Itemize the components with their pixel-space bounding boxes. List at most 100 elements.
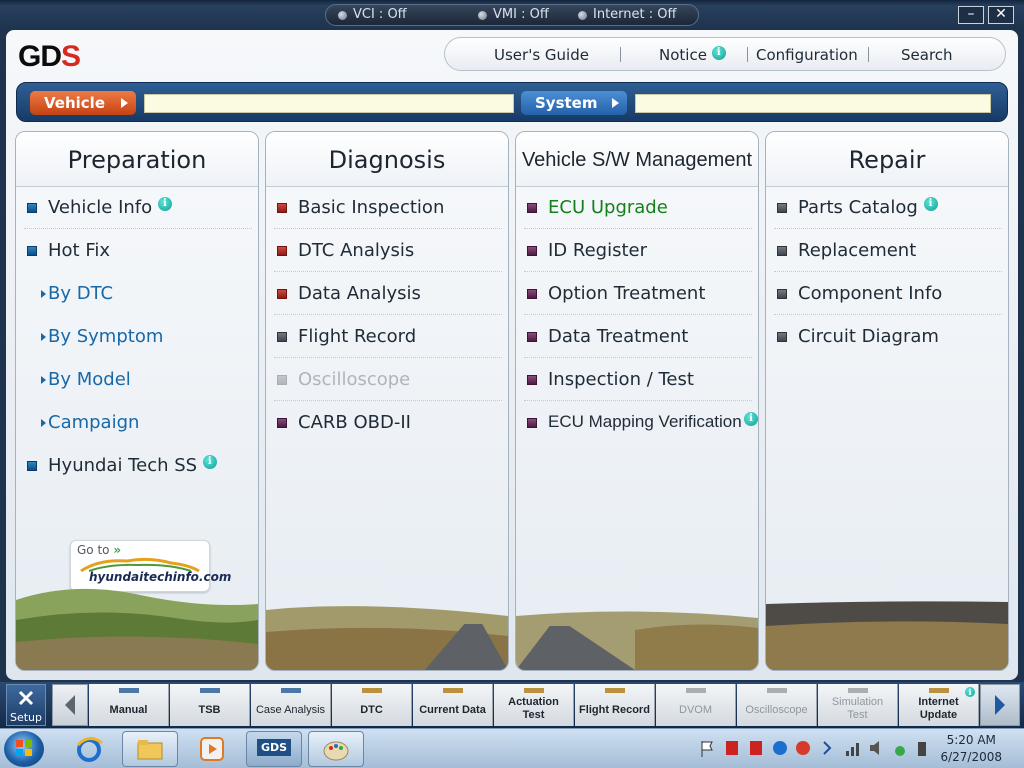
- folder-icon: [137, 740, 163, 760]
- status-bar-icon: [443, 688, 463, 693]
- bullet-icon: [27, 461, 37, 471]
- chevron-right-icon: [995, 695, 1005, 715]
- gds-app-icon: GDS: [256, 739, 292, 756]
- status-bar-icon: [524, 688, 544, 693]
- bullet-icon: [777, 203, 787, 213]
- internet-explorer-icon[interactable]: [74, 735, 104, 763]
- menu-item-carb-obd-ii[interactable]: CARB OBD-II: [274, 402, 502, 444]
- toolbar-tsb-button[interactable]: TSB: [170, 684, 250, 726]
- info-icon: i: [202, 455, 217, 469]
- menu-item-data-analysis[interactable]: Data Analysis: [274, 273, 502, 315]
- menu-item-by-dtc[interactable]: By DTC: [24, 273, 252, 315]
- status-bar-icon: [362, 688, 382, 693]
- menu-item-inspection-test[interactable]: Inspection / Test: [524, 359, 752, 401]
- toolbar-prev-button[interactable]: [52, 684, 88, 726]
- vmi-indicator-icon: [478, 10, 487, 20]
- menu-item-vehicle-info[interactable]: Vehicle Info i: [24, 187, 252, 229]
- toolbar-simulation-test-button[interactable]: Simulation Test: [818, 684, 898, 726]
- menu-item-oscilloscope: Oscilloscope: [274, 359, 502, 401]
- triangle-right-icon: [41, 376, 46, 384]
- system-button[interactable]: System: [521, 91, 627, 115]
- status-bar-icon: [119, 688, 139, 693]
- info-icon: i: [923, 197, 938, 211]
- menu-item-replacement[interactable]: Replacement: [774, 230, 1002, 272]
- menu-item-ecu-upgrade[interactable]: ECU Upgrade: [524, 187, 752, 229]
- menu-item-campaign[interactable]: Campaign: [24, 402, 252, 444]
- taskbar-media-player-button[interactable]: [184, 731, 240, 767]
- system-field[interactable]: [635, 94, 991, 113]
- landscape-image: [516, 611, 758, 670]
- divider: [524, 228, 752, 229]
- clock-time: 5:20 AM: [946, 733, 996, 747]
- minimize-button[interactable]: –: [958, 6, 984, 24]
- toolbar-current-data-button[interactable]: Current Data: [413, 684, 493, 726]
- bullet-icon: [527, 289, 537, 299]
- vmi-status: VMI : Off: [478, 5, 549, 25]
- configuration-link[interactable]: Configuration: [756, 46, 858, 64]
- status-bar-icon: [929, 688, 949, 693]
- bullet-icon: [27, 203, 37, 213]
- taskbar-paint-button[interactable]: [308, 731, 364, 767]
- menu-item-ecu-mapping-verification[interactable]: ECU Mapping Verification i: [524, 402, 758, 444]
- vehicle-button[interactable]: Vehicle: [30, 91, 136, 115]
- arrow-right-icon: [612, 98, 619, 108]
- menu-item-by-model[interactable]: By Model: [24, 359, 252, 401]
- menu-item-by-symptom[interactable]: By Symptom: [24, 316, 252, 358]
- vehicle-system-selector: Vehicle System: [16, 82, 1008, 122]
- toolbar-dvom-button[interactable]: DVOM: [656, 684, 736, 726]
- bullet-icon: [527, 203, 537, 213]
- toolbar-flight-record-button[interactable]: Flight Record: [575, 684, 655, 726]
- menu-item-label: Parts Catalog i: [798, 197, 938, 218]
- menu-item-dtc-analysis[interactable]: DTC Analysis: [274, 230, 502, 272]
- menu-item-label: Oscilloscope: [298, 369, 411, 390]
- setup-button[interactable]: Setup: [6, 684, 46, 726]
- users-guide-link[interactable]: User's Guide: [494, 46, 589, 64]
- taskbar-gds-button[interactable]: GDS: [246, 731, 302, 767]
- divider: [774, 314, 1002, 315]
- notice-link[interactable]: Notice i: [659, 46, 726, 64]
- menu-item-label: Option Treatment: [548, 283, 706, 304]
- start-button[interactable]: [4, 731, 44, 767]
- connection-status-bar: VCI : Off VMI : Off Internet : Off: [325, 4, 699, 26]
- taskbar-explorer-button[interactable]: [122, 731, 178, 767]
- menu-item-id-register[interactable]: ID Register: [524, 230, 752, 272]
- toolbar-internet-update-button[interactable]: i Internet Update: [899, 684, 979, 726]
- toolbar-actuation-test-button[interactable]: Actuation Test: [494, 684, 574, 726]
- bullet-icon: [527, 418, 537, 428]
- toolbar-manual-button[interactable]: Manual: [89, 684, 169, 726]
- function-toolbar: Setup Manual TSB Case Analysis DTC Curre…: [0, 682, 1024, 728]
- system-tray-icons: [701, 741, 926, 757]
- bullet-icon: [277, 289, 287, 299]
- toolbar-oscilloscope-button[interactable]: Oscilloscope: [737, 684, 817, 726]
- divider: [274, 357, 502, 358]
- media-player-icon: [200, 737, 224, 761]
- menu-item-parts-catalog[interactable]: Parts Catalog i: [774, 187, 1002, 229]
- menu-item-hyundai-tech-ss[interactable]: Hyundai Tech SS i: [24, 445, 252, 487]
- menu-item-label: CARB OBD-II: [298, 412, 411, 433]
- status-bar-icon: [281, 688, 301, 693]
- menu-item-basic-inspection[interactable]: Basic Inspection: [274, 187, 502, 229]
- menu-item-flight-record[interactable]: Flight Record: [274, 316, 502, 358]
- menu-item-option-treatment[interactable]: Option Treatment: [524, 273, 752, 315]
- vmi-status-label: VMI : Off: [493, 7, 549, 22]
- info-icon: i: [744, 412, 758, 426]
- status-bar-icon: [605, 688, 625, 693]
- menu-item-label: Hot Fix: [48, 240, 111, 261]
- clock[interactable]: 5:20 AM 6/27/2008: [940, 732, 1002, 766]
- vehicle-field[interactable]: [144, 94, 514, 113]
- toolbar-case-analysis-button[interactable]: Case Analysis: [251, 684, 331, 726]
- menu-item-label: By DTC: [48, 283, 114, 304]
- menu-item-label: Basic Inspection: [298, 197, 445, 218]
- toolbar-next-button[interactable]: [980, 684, 1020, 726]
- menu-item-component-info[interactable]: Component Info: [774, 273, 1002, 315]
- search-link[interactable]: Search: [901, 46, 953, 64]
- menu-item-label: By Symptom: [48, 326, 164, 347]
- menu-item-data-treatment[interactable]: Data Treatment: [524, 316, 752, 358]
- close-button[interactable]: ✕: [988, 6, 1014, 24]
- toolbar-dtc-button[interactable]: DTC: [332, 684, 412, 726]
- bullet-icon: [277, 375, 287, 385]
- menu-item-circuit-diagram[interactable]: Circuit Diagram: [774, 316, 1002, 358]
- repair-title: Repair: [766, 132, 1008, 187]
- menu-item-hot-fix[interactable]: Hot Fix: [24, 230, 252, 272]
- bullet-icon: [527, 375, 537, 385]
